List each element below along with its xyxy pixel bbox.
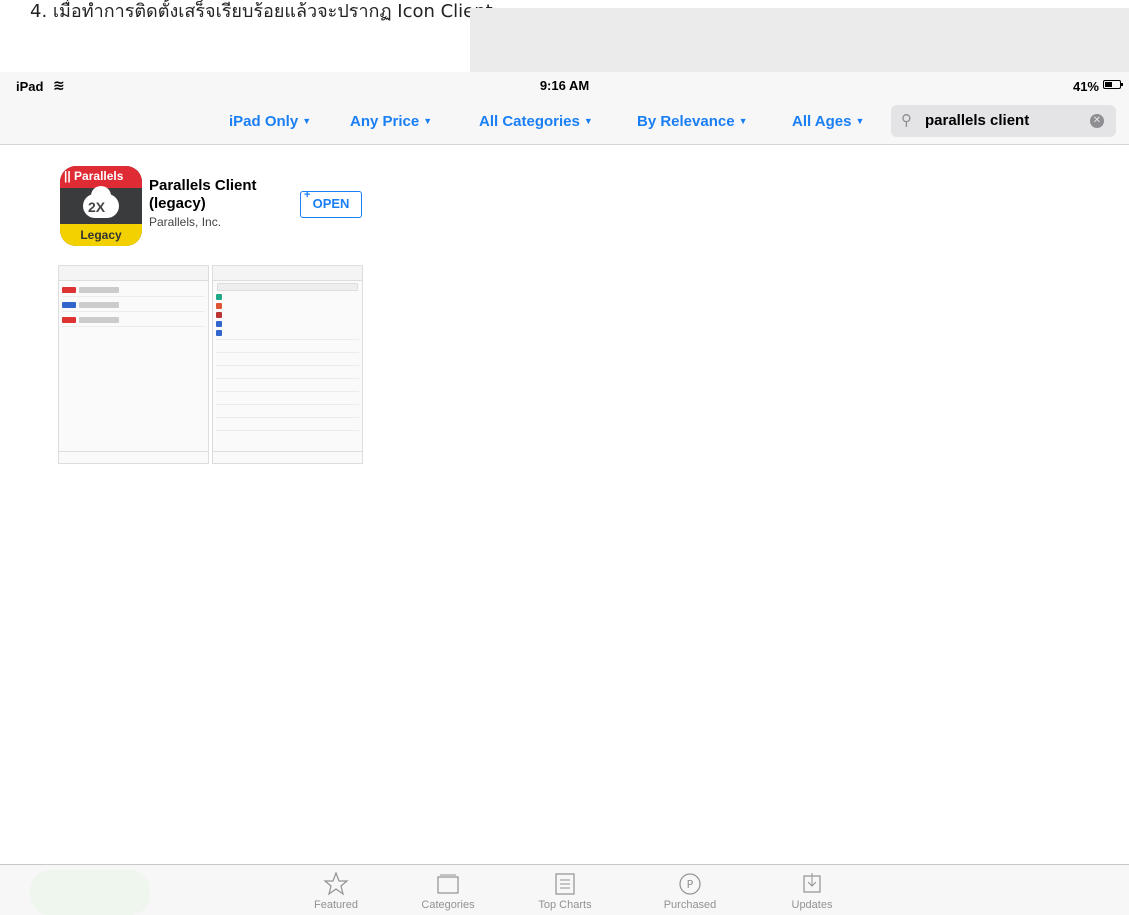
filter-label: By Relevance bbox=[637, 113, 735, 130]
divider bbox=[216, 430, 359, 431]
tab-updates[interactable]: Updates bbox=[767, 871, 857, 911]
divider bbox=[213, 451, 362, 452]
tab-top-charts[interactable]: Top Charts bbox=[520, 871, 610, 911]
clear-icon[interactable]: ✕ bbox=[1090, 114, 1104, 128]
tab-label: Purchased bbox=[663, 899, 717, 911]
open-label: OPEN bbox=[312, 196, 350, 211]
filter-label: All Categories bbox=[479, 113, 580, 130]
filter-ages[interactable]: All Ages ▼ bbox=[792, 113, 864, 130]
icon-brand: || Parallels bbox=[60, 166, 142, 188]
search-field[interactable]: ⚲ parallels client ✕ bbox=[891, 105, 1116, 137]
screenshot-2[interactable] bbox=[212, 265, 363, 464]
row-text bbox=[79, 317, 119, 323]
divider bbox=[216, 339, 359, 340]
divider bbox=[216, 391, 359, 392]
row-icon bbox=[216, 330, 222, 336]
caret-down-icon: ▼ bbox=[302, 116, 312, 126]
caption-text: 4. เมื่อทำการติดตั้งเสร็จเรียบร้อยแล้วจะ… bbox=[30, 1, 493, 22]
divider bbox=[62, 296, 205, 297]
row-icon bbox=[216, 303, 222, 309]
screenshot-header bbox=[59, 266, 208, 281]
filter-label: All Ages bbox=[792, 113, 852, 130]
app-title[interactable]: Parallels Client (legacy) bbox=[149, 177, 289, 213]
tab-bar: Featured Categories Top Charts P Purchas… bbox=[0, 864, 1129, 915]
screenshot-1[interactable] bbox=[58, 265, 209, 464]
divider bbox=[59, 451, 208, 452]
icon-badge: 2X bbox=[88, 199, 106, 215]
filter-price[interactable]: Any Price ▼ bbox=[350, 113, 432, 130]
app-developer[interactable]: Parallels, Inc. bbox=[149, 215, 221, 229]
battery-icon bbox=[1103, 80, 1123, 89]
row-text bbox=[79, 287, 119, 293]
divider bbox=[216, 417, 359, 418]
icon-footer: Legacy bbox=[60, 224, 142, 246]
open-button[interactable]: + OPEN bbox=[300, 189, 362, 218]
caption-overlay bbox=[470, 8, 1129, 72]
categories-icon bbox=[437, 874, 459, 894]
caret-down-icon: ▼ bbox=[738, 116, 748, 126]
caption: 4. เมื่อทำการติดตั้งเสร็จเรียบร้อยแล้วจะ… bbox=[0, 0, 1129, 72]
purchased-icon: P bbox=[679, 873, 701, 895]
app-icon[interactable]: || Parallels 2X Legacy bbox=[60, 166, 142, 246]
divider bbox=[216, 404, 359, 405]
caret-down-icon: ▼ bbox=[855, 116, 865, 126]
caret-down-icon: ▼ bbox=[423, 116, 433, 126]
caret-down-icon: ▼ bbox=[583, 116, 593, 126]
search-icon: ⚲ bbox=[901, 112, 912, 129]
filter-ipad-only[interactable]: iPad Only ▼ bbox=[229, 113, 311, 130]
row-text bbox=[79, 302, 119, 308]
filter-label: Any Price bbox=[350, 113, 420, 130]
decorative-glow bbox=[30, 870, 150, 915]
row-icon bbox=[216, 294, 222, 300]
divider bbox=[62, 311, 205, 312]
download-icon bbox=[803, 873, 821, 893]
tab-featured[interactable]: Featured bbox=[291, 871, 381, 911]
filter-bar: iPad Only ▼ Any Price ▼ All Categories ▼ By… bbox=[0, 98, 1129, 145]
tab-label: Featured bbox=[313, 899, 359, 911]
row-icon bbox=[216, 321, 222, 327]
filter-label: iPad Only bbox=[229, 113, 299, 130]
divider bbox=[216, 378, 359, 379]
tab-categories[interactable]: Categories bbox=[403, 871, 493, 911]
svg-text:P: P bbox=[687, 878, 694, 891]
plus-icon: + bbox=[304, 189, 311, 201]
status-bar: iPad ≋ 9:16 AM 41% bbox=[0, 72, 1129, 98]
row-icon bbox=[62, 287, 76, 293]
tab-label: Categories bbox=[421, 899, 475, 911]
tab-purchased[interactable]: P Purchased bbox=[645, 871, 735, 911]
row-icon bbox=[62, 302, 76, 308]
filter-sort[interactable]: By Relevance ▼ bbox=[637, 113, 747, 130]
clock: 9:16 AM bbox=[539, 78, 590, 93]
tab-label: Updates bbox=[791, 899, 833, 911]
search-bar bbox=[217, 283, 358, 291]
divider bbox=[62, 326, 205, 327]
tab-label: Top Charts bbox=[538, 899, 592, 911]
filter-categories[interactable]: All Categories ▼ bbox=[479, 113, 593, 130]
row-icon bbox=[216, 312, 222, 318]
divider bbox=[216, 352, 359, 353]
battery-percent: 41% bbox=[1072, 79, 1099, 94]
row-icon bbox=[62, 317, 76, 323]
divider bbox=[216, 365, 359, 366]
screenshot-header bbox=[213, 266, 362, 281]
star-icon bbox=[323, 871, 349, 896]
search-query: parallels client bbox=[925, 112, 1030, 129]
ipad-screen: iPad ≋ 9:16 AM 41% iPad Only ▼ Any Price ▼… bbox=[0, 72, 1129, 915]
list-icon bbox=[555, 873, 575, 895]
